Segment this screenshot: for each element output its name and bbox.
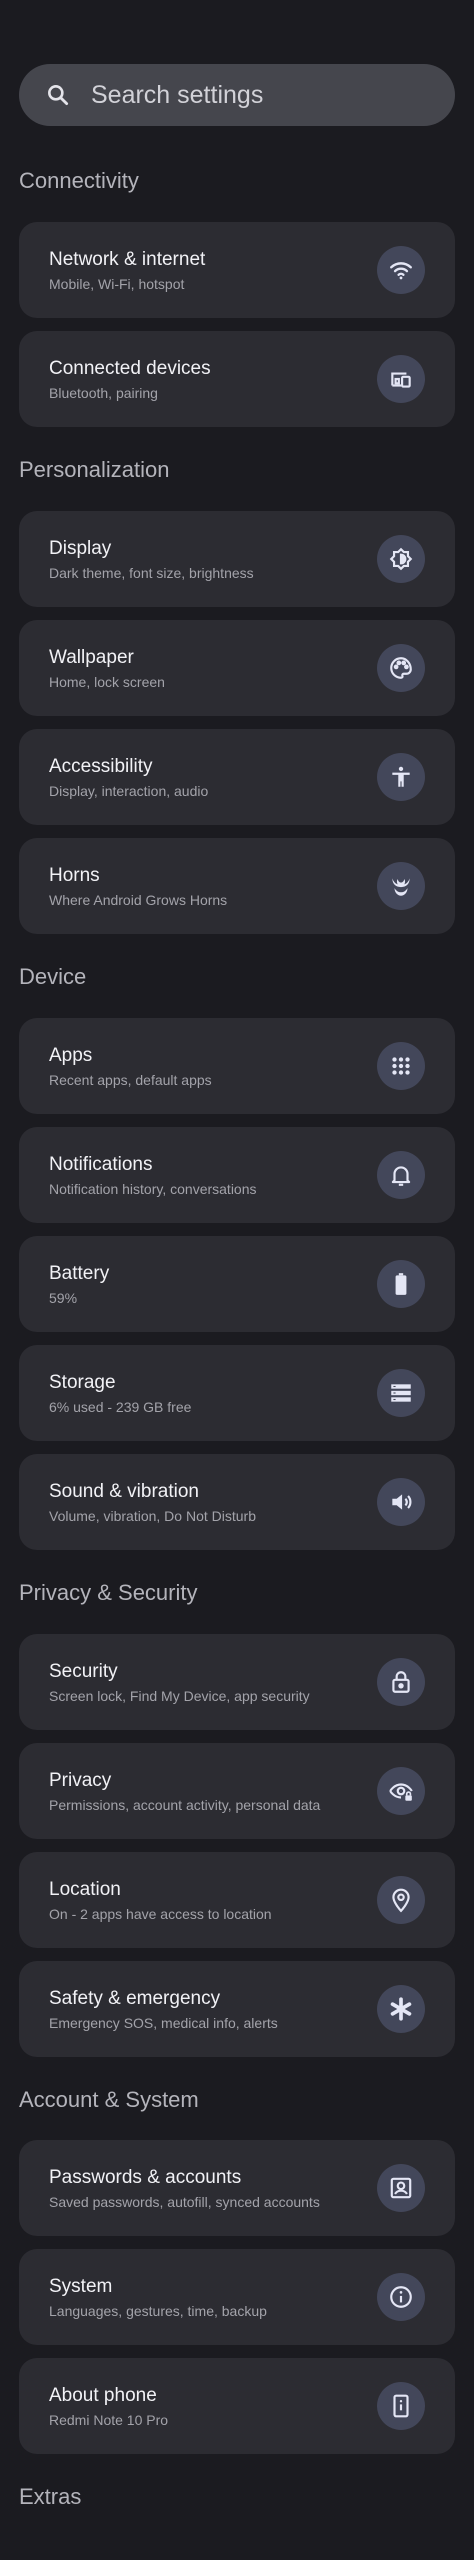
palette-icon <box>377 644 425 692</box>
item-title: Wallpaper <box>49 647 134 668</box>
info-icon <box>377 2273 425 2321</box>
settings-item-horns[interactable]: Horns Where Android Grows Horns <box>19 838 455 934</box>
item-subtitle: Dark theme, font size, brightness <box>49 565 254 581</box>
settings-item-apps[interactable]: Apps Recent apps, default apps <box>19 1018 455 1114</box>
item-subtitle: On - 2 apps have access to location <box>49 1906 272 1922</box>
settings-item-security[interactable]: Security Screen lock, Find My Device, ap… <box>19 1634 455 1730</box>
item-title: Connected devices <box>49 358 211 379</box>
item-subtitle: 6% used - 239 GB free <box>49 1399 192 1415</box>
section-personalization: Personalization <box>19 457 170 482</box>
settings-item-safety[interactable]: Safety & emergency Emergency SOS, medica… <box>19 1961 455 2057</box>
item-title: Accessibility <box>49 756 153 777</box>
settings-item-sound[interactable]: Sound & vibration Volume, vibration, Do … <box>19 1454 455 1550</box>
item-title: Horns <box>49 865 100 886</box>
item-title: Battery <box>49 1263 110 1284</box>
item-subtitle: Permissions, account activity, personal … <box>49 1797 321 1813</box>
item-subtitle: Volume, vibration, Do Not Disturb <box>49 1508 256 1524</box>
item-subtitle: Bluetooth, pairing <box>49 385 158 401</box>
item-title: Passwords & accounts <box>49 2167 242 2188</box>
bell-icon <box>377 1151 425 1199</box>
settings-item-connected-devices[interactable]: Connected devices Bluetooth, pairing <box>19 331 455 427</box>
item-title: System <box>49 2276 113 2297</box>
item-subtitle: Notification history, conversations <box>49 1181 257 1197</box>
settings-item-passwords[interactable]: Passwords & accounts Saved passwords, au… <box>19 2140 455 2236</box>
item-title: Safety & emergency <box>49 1988 221 2009</box>
item-subtitle: Home, lock screen <box>49 674 165 690</box>
privacy-eye-icon <box>377 1767 425 1815</box>
settings-item-about-phone[interactable]: About phone Redmi Note 10 Pro <box>19 2358 455 2454</box>
settings-item-notifications[interactable]: Notifications Notification history, conv… <box>19 1127 455 1223</box>
storage-icon <box>377 1369 425 1417</box>
item-title: Sound & vibration <box>49 1481 199 1502</box>
item-subtitle: Saved passwords, autofill, synced accoun… <box>49 2194 320 2210</box>
brightness-icon <box>377 535 425 583</box>
settings-item-display[interactable]: Display Dark theme, font size, brightnes… <box>19 511 455 607</box>
item-subtitle: Recent apps, default apps <box>49 1072 212 1088</box>
item-subtitle: Emergency SOS, medical info, alerts <box>49 2015 278 2031</box>
settings-item-accessibility[interactable]: Accessibility Display, interaction, audi… <box>19 729 455 825</box>
item-title: Privacy <box>49 1770 112 1791</box>
devices-icon <box>377 355 425 403</box>
settings-item-location[interactable]: Location On - 2 apps have access to loca… <box>19 1852 455 1948</box>
phone-info-icon <box>377 2382 425 2430</box>
settings-item-wallpaper[interactable]: Wallpaper Home, lock screen <box>19 620 455 716</box>
item-title: Display <box>49 538 112 559</box>
settings-item-system[interactable]: System Languages, gestures, time, backup <box>19 2249 455 2345</box>
search-placeholder: Search settings <box>91 80 264 109</box>
item-title: Storage <box>49 1372 116 1393</box>
section-account-system: Account & System <box>19 2087 199 2112</box>
settings-item-battery[interactable]: Battery 59% <box>19 1236 455 1332</box>
item-title: About phone <box>49 2385 157 2406</box>
item-title: Network & internet <box>49 249 206 270</box>
volume-icon <box>377 1478 425 1526</box>
search-icon <box>48 85 69 106</box>
apps-grid-icon <box>377 1042 425 1090</box>
item-subtitle: Where Android Grows Horns <box>49 892 228 908</box>
item-subtitle: Display, interaction, audio <box>49 783 209 799</box>
location-pin-icon <box>377 1876 425 1924</box>
accessibility-icon <box>377 753 425 801</box>
section-connectivity: Connectivity <box>19 168 139 193</box>
section-privacy-security: Privacy & Security <box>19 1580 198 1605</box>
search-bar[interactable]: Search settings <box>19 64 455 126</box>
item-subtitle: Screen lock, Find My Device, app securit… <box>49 1688 310 1704</box>
item-title: Notifications <box>49 1154 153 1175</box>
settings-item-privacy[interactable]: Privacy Permissions, account activity, p… <box>19 1743 455 1839</box>
asterisk-icon <box>377 1985 425 2033</box>
section-extras: Extras <box>19 2484 82 2509</box>
account-box-icon <box>377 2164 425 2212</box>
section-device: Device <box>19 964 87 989</box>
settings-item-network[interactable]: Network & internet Mobile, Wi-Fi, hotspo… <box>19 222 455 318</box>
item-subtitle: Redmi Note 10 Pro <box>49 2412 169 2428</box>
item-title: Apps <box>49 1045 93 1066</box>
item-title: Security <box>49 1661 118 1682</box>
item-subtitle: 59% <box>49 1290 78 1306</box>
wifi-icon <box>377 246 425 294</box>
lock-icon <box>377 1658 425 1706</box>
item-subtitle: Mobile, Wi-Fi, hotspot <box>49 276 185 292</box>
battery-icon <box>377 1260 425 1308</box>
horns-icon <box>377 862 425 910</box>
settings-item-storage[interactable]: Storage 6% used - 239 GB free <box>19 1345 455 1441</box>
item-subtitle: Languages, gestures, time, backup <box>49 2303 267 2319</box>
item-title: Location <box>49 1879 121 1900</box>
